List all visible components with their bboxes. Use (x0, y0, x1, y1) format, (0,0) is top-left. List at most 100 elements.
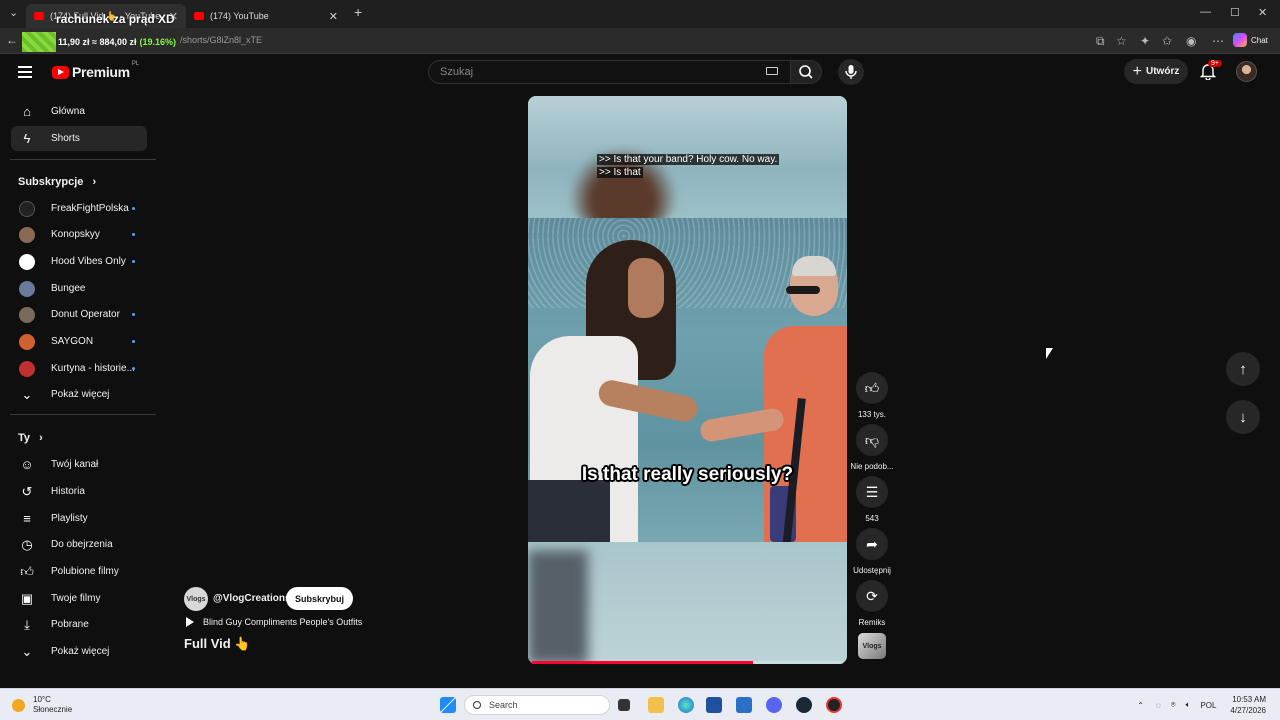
sidebar-item-your-videos[interactable]: ▣ Twoje filmy (11, 586, 147, 611)
caption-line: >> Is that your band? Holy cow. No way. (597, 154, 780, 165)
calculator-icon[interactable] (706, 697, 722, 713)
previous-short-button[interactable]: ↑ (1226, 352, 1260, 386)
language-indicator[interactable]: POL (1200, 701, 1216, 710)
your-videos-icon: ▣ (20, 590, 34, 606)
sidebar-item-playlists[interactable]: ≡ Playlisty (11, 506, 147, 531)
sidebar-item-hood-vibes-only[interactable]: Hood Vibes Only (11, 249, 147, 274)
sidebar-item-freakfightpolska[interactable]: FreakFightPolska (11, 196, 147, 221)
dislike-button[interactable]: 👎︎ Nie podob... (848, 424, 896, 471)
new-content-dot (132, 260, 135, 263)
channel-avatar[interactable]: Vlogs (184, 587, 208, 611)
like-icon: 👍︎ (20, 563, 34, 579)
history-icon: ↺ (21, 483, 33, 499)
address-bar[interactable]: ← /shorts/G8iZn8l_xTE (0, 28, 1280, 54)
extensions-icon[interactable]: ✦ (1140, 34, 1150, 48)
sidebar-item-home[interactable]: ⌂ Główna (11, 99, 147, 124)
favorite-star-icon[interactable]: ☆ (1116, 34, 1127, 48)
sidebar-item-downloads[interactable]: ⤓ Pobrane (11, 612, 147, 637)
chevron-right-icon: › (39, 432, 43, 444)
shorts-video-player[interactable] (528, 96, 847, 664)
profile-extension-icon[interactable]: ◉ (1186, 34, 1196, 48)
network-icon[interactable]: ◌ (1156, 701, 1161, 710)
sidebar-item-label: Donut Operator (51, 309, 120, 320)
search-box (428, 60, 790, 84)
close-tab-icon[interactable]: ✕ (329, 10, 338, 23)
favorites-icon[interactable]: ✩ (1162, 34, 1172, 48)
start-icon[interactable] (440, 697, 456, 713)
comment-count: 543 (865, 514, 879, 523)
playlist-icon: ≡ (23, 511, 31, 526)
search-input[interactable] (429, 61, 749, 83)
channel-name[interactable]: @VlogCreations (213, 593, 291, 604)
sidebar-show-more-you[interactable]: ⌄ Pokaż więcej (11, 639, 147, 664)
sidebar-item-your-channel[interactable]: ☺ Twój kanał (11, 452, 147, 477)
volume-icon[interactable]: 🔈︎ (1186, 700, 1191, 710)
chevron-right-icon: › (92, 176, 97, 188)
youtube-premium-logo[interactable]: Premium PL (52, 61, 140, 80)
subscribe-button[interactable]: Subskrybuj (286, 587, 353, 610)
remix-button[interactable]: ⟳ Remiks (848, 580, 896, 627)
sidebar-item-label: FreakFightPolska (51, 203, 129, 214)
menu-icon[interactable] (18, 66, 32, 78)
voice-search-button[interactable] (838, 59, 864, 85)
outlook-icon[interactable] (736, 697, 752, 713)
copilot-chat-button[interactable]: Chat (1233, 33, 1268, 47)
you-heading[interactable]: Ty › (18, 432, 43, 444)
you-heading-label: Ty (18, 432, 31, 444)
account-avatar[interactable] (1236, 61, 1257, 82)
sidebar-item-watch-later[interactable]: ◷ Do obejrzenia (11, 532, 147, 557)
sidebar-item-liked-videos[interactable]: 👍︎ Polubione filmy (11, 559, 147, 584)
microphone-icon (845, 65, 857, 79)
channel-avatar (19, 226, 35, 243)
taskbar-search[interactable]: Search (464, 695, 610, 715)
next-short-button[interactable]: ↓ (1226, 400, 1260, 434)
sidebar-show-more-subscriptions[interactable]: ⌄ Pokaż więcej (11, 382, 147, 407)
video-progress-bar[interactable] (532, 661, 843, 664)
create-button[interactable]: + Utwórz (1124, 59, 1188, 84)
sidebar-item-donut-operator[interactable]: Donut Operator (11, 302, 147, 327)
temperature: 10°C (33, 695, 51, 704)
back-icon[interactable]: ← (6, 33, 18, 47)
subscriptions-heading[interactable]: Subskrypcje › (18, 176, 96, 188)
steam-icon[interactable] (796, 697, 812, 713)
minimize-icon[interactable]: — (1200, 6, 1211, 18)
microphone-tray-icon[interactable]: ⍟ (1171, 700, 1176, 710)
sidebar-item-saygon[interactable]: SAYGON (11, 329, 147, 354)
weather-widget[interactable]: 10°C Słonecznie (12, 695, 72, 715)
sidebar-item-history[interactable]: ↺ Historia (11, 479, 147, 504)
read-mode-icon[interactable]: ⧉ (1096, 34, 1105, 49)
audio-source-thumbnail[interactable]: Vlogs (858, 633, 886, 659)
sidebar-item-konopskyy[interactable]: Konopskyy (11, 222, 147, 247)
logo-region: PL (131, 61, 140, 67)
obs-icon[interactable] (826, 697, 842, 713)
sidebar-item-kurtyna[interactable]: Kurtyna - historie... (11, 356, 147, 381)
share-icon: ➦ (856, 528, 888, 560)
maximize-icon[interactable]: ☐ (1230, 6, 1240, 19)
task-view-icon[interactable] (618, 699, 630, 711)
file-explorer-icon[interactable] (648, 697, 664, 713)
sidebar-item-label: Główna (51, 106, 85, 117)
like-button[interactable]: 👍︎ 133 tys. (848, 372, 896, 419)
notifications-button[interactable]: 9+ (1199, 60, 1222, 85)
more-menu-icon[interactable]: ⋯ (1212, 34, 1224, 48)
sidebar-item-label: Twoje filmy (51, 593, 101, 604)
edge-icon[interactable] (678, 697, 694, 713)
comments-button[interactable]: ☰ 543 (848, 476, 896, 523)
sidebar-item-shorts[interactable]: ϟ Shorts (11, 126, 147, 151)
channel-avatar (19, 253, 35, 270)
remix-label: Remiks (858, 618, 886, 627)
new-content-dot (132, 340, 135, 343)
new-tab-icon[interactable]: + (354, 4, 362, 20)
channel-avatar (19, 306, 35, 323)
search-button[interactable] (790, 60, 822, 84)
clock[interactable]: 10:53 AM 4/27/2026 (1230, 694, 1266, 716)
linked-video[interactable]: Blind Guy Compliments People's Outfits (186, 617, 362, 627)
sidebar-item-bungee[interactable]: Bungee (11, 276, 147, 301)
close-window-icon[interactable]: ✕ (1258, 6, 1267, 19)
share-button[interactable]: ➦ Udostępnij (848, 528, 896, 575)
tray-chevron-icon[interactable]: ⌃ (1137, 701, 1144, 710)
discord-icon[interactable] (766, 697, 782, 713)
keyboard-icon[interactable] (766, 67, 778, 75)
tab-list-icon[interactable]: ⌄ (9, 6, 18, 19)
tab-youtube[interactable]: (174) YouTube ✕ (186, 4, 346, 28)
